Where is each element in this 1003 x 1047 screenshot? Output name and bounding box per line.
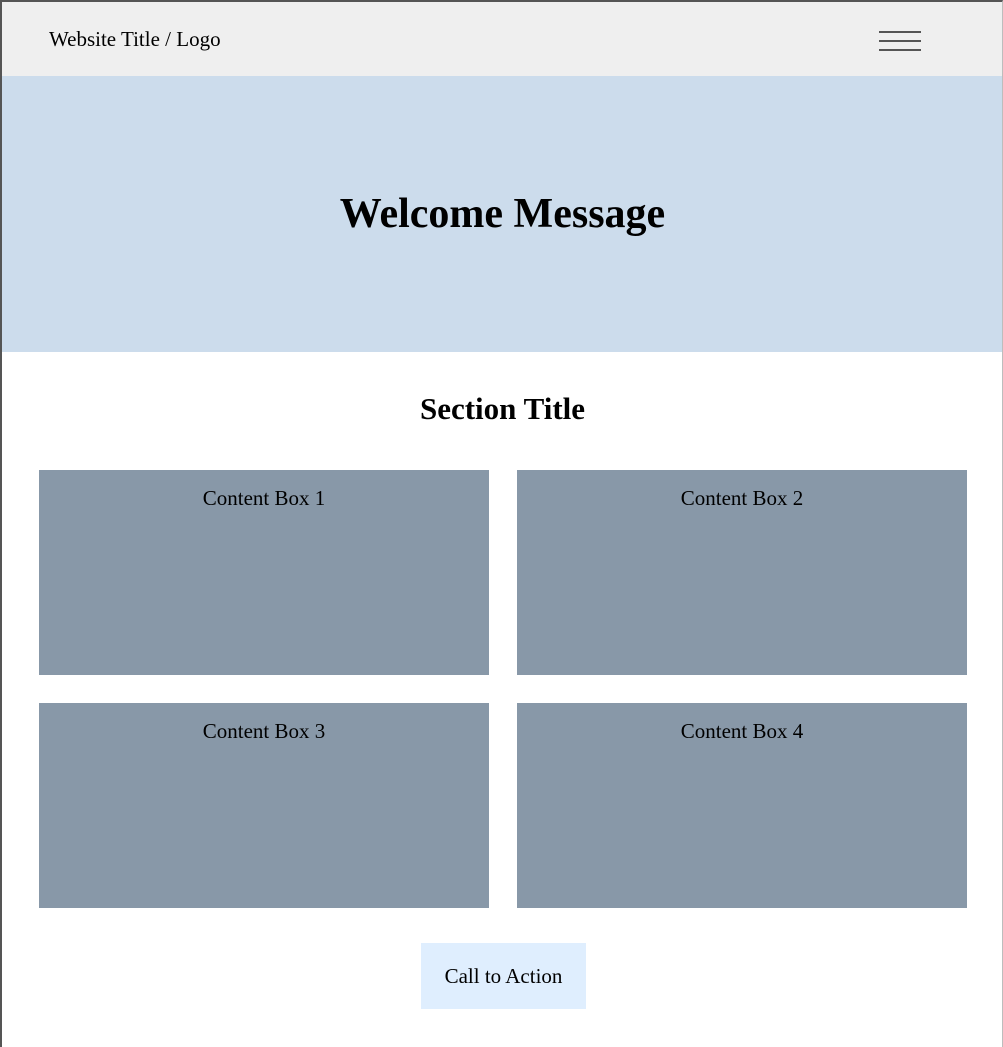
section-title: Section Title (419, 391, 586, 426)
hamburger-menu-icon[interactable] (879, 29, 923, 55)
content-box-4-label: Content Box 4 (680, 719, 804, 743)
content-box-3-label: Content Box 3 (202, 719, 326, 743)
content-box-2-label: Content Box 2 (680, 486, 804, 510)
menu-line-middle (879, 40, 921, 42)
hero-section: Welcome Message (2, 76, 1002, 352)
menu-line-bottom (879, 49, 921, 51)
welcome-message-heading: Welcome Message (339, 191, 666, 237)
call-to-action-button[interactable]: Call to Action (421, 943, 586, 1009)
website-title-logo[interactable]: Website Title / Logo (49, 26, 221, 52)
menu-line-top (879, 31, 921, 33)
content-box-4: Content Box 4 (517, 703, 967, 908)
content-box-1: Content Box 1 (39, 470, 489, 675)
content-box-1-label: Content Box 1 (202, 486, 326, 510)
content-box-2: Content Box 2 (517, 470, 967, 675)
site-header: Website Title / Logo (2, 2, 1002, 76)
content-box-3: Content Box 3 (39, 703, 489, 908)
webpage-wireframe: Website Title / Logo Welcome Message Sec… (0, 0, 1003, 1047)
